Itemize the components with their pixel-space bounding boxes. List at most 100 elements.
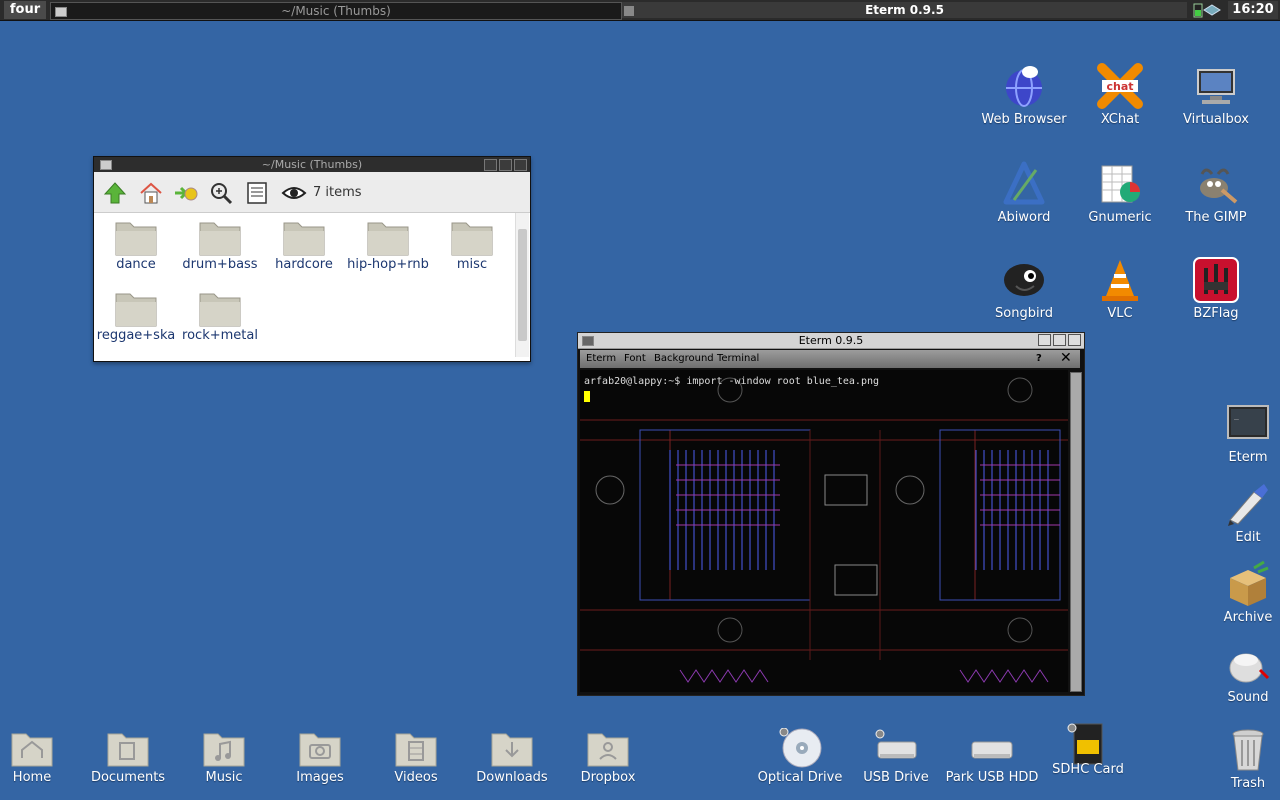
list-view-icon[interactable] [244, 180, 270, 206]
folder-item[interactable]: hardcore [262, 219, 346, 272]
minimize-button[interactable] [484, 159, 497, 171]
menubar-close-icon[interactable]: ✕ [1060, 350, 1072, 366]
terminal-cursor [584, 391, 590, 402]
desktop-icon-home[interactable]: Home [0, 728, 80, 785]
desktop-icon-documents[interactable]: Documents [80, 728, 176, 785]
desktop-icon-images[interactable]: Images [272, 728, 368, 785]
desktop-icon-label: Trash [1230, 776, 1266, 791]
folder-icon [115, 293, 157, 327]
eterm-window[interactable]: Eterm 0.9.5 Eterm Font Background Termin… [577, 332, 1085, 696]
folder-icon [199, 293, 241, 327]
vlc-icon [1102, 260, 1138, 301]
gimp-icon [1200, 168, 1238, 204]
desktop-icon-virtualbox[interactable]: Virtualbox [1168, 62, 1264, 127]
taskbar-item-file-manager[interactable]: ~/Music (Thumbs) [50, 2, 622, 20]
desktop-icon-label: Archive [1223, 610, 1273, 625]
music-folder-icon [203, 733, 245, 767]
downloads-folder-icon [491, 733, 533, 767]
desktop-icon-label: Eterm [1228, 450, 1268, 465]
workspace-name[interactable]: four [4, 1, 46, 19]
desktop-icon-dropbox[interactable]: Dropbox [560, 728, 656, 785]
desktop-icon-gnumeric[interactable]: Gnumeric [1072, 160, 1168, 225]
desktop-icon-abiword[interactable]: Abiword [976, 160, 1072, 225]
file-manager-window[interactable]: ~/Music (Thumbs) 7 items dance drum+bass… [93, 156, 531, 362]
window-title: Eterm 0.9.5 [798, 334, 864, 347]
desktop-icon-label: Park USB HDD [945, 770, 1039, 785]
desktop-icon-sound[interactable]: Sound [1200, 640, 1280, 705]
taskbar-item-eterm[interactable]: Eterm 0.9.5 [622, 2, 1187, 18]
desktop-icon-sdhc-card[interactable]: SDHC Card [1040, 723, 1136, 777]
pen-icon [1228, 484, 1268, 526]
close-button[interactable] [1068, 334, 1081, 346]
network-icon[interactable] [1203, 4, 1221, 16]
videos-folder-icon [395, 733, 437, 767]
maximize-button[interactable] [499, 159, 512, 171]
folder-item[interactable]: rock+metal [178, 290, 262, 343]
menu-eterm[interactable]: Eterm [586, 353, 616, 364]
window-icon [624, 6, 634, 16]
desktop-icon-bzflag[interactable]: BZFlag [1168, 256, 1264, 321]
eye-icon[interactable] [281, 180, 307, 206]
desktop-icon-label: XChat [1100, 112, 1140, 127]
desktop-icon-label: USB Drive [863, 770, 929, 785]
desktop-icon-web-browser[interactable]: Web Browser [976, 62, 1072, 127]
desktop-icon-label: Optical Drive [757, 770, 843, 785]
desktop-icon-trash[interactable]: Trash [1200, 726, 1280, 791]
folder-label: dance [116, 257, 156, 272]
window-titlebar[interactable]: ~/Music (Thumbs) [94, 157, 530, 172]
vertical-scrollbar[interactable] [515, 213, 529, 357]
help-button[interactable]: ? [1036, 353, 1042, 364]
go-arrow-icon[interactable] [173, 180, 199, 206]
desktop-icon-label: Downloads [476, 770, 548, 785]
usb-drive-icon [875, 729, 917, 759]
eterm-menubar: Eterm Font Background Terminal ? ✕ [580, 350, 1080, 368]
folder-icon [283, 222, 325, 256]
maximize-button[interactable] [1053, 334, 1066, 346]
desktop-icon-edit[interactable]: Edit [1200, 480, 1280, 545]
terminal-screen[interactable]: arfab20@lappy:~$ import -window root blu… [580, 370, 1068, 692]
menu-font[interactable]: Font [624, 353, 646, 364]
desktop-icon-songbird[interactable]: Songbird [976, 256, 1072, 321]
zoom-icon[interactable] [208, 180, 234, 206]
desktop-icon-usb-drive[interactable]: USB Drive [848, 728, 944, 785]
up-arrow-icon[interactable] [102, 180, 128, 206]
scrollbar-thumb[interactable] [518, 229, 527, 341]
desktop-icon-vlc[interactable]: VLC [1072, 256, 1168, 321]
home-icon[interactable] [138, 180, 164, 206]
folder-label: hardcore [275, 257, 333, 272]
desktop-icon-eterm[interactable]: _ Eterm [1200, 400, 1280, 465]
file-manager-toolbar: 7 items [94, 172, 530, 213]
desktop-icon-label: Sound [1227, 690, 1269, 705]
terminal-icon: _ [1227, 405, 1269, 439]
desktop-icon-label: Edit [1235, 530, 1261, 545]
close-button[interactable] [514, 159, 527, 171]
desktop-icon-videos[interactable]: Videos [368, 728, 464, 785]
desktop-icon-downloads[interactable]: Downloads [464, 728, 560, 785]
desktop-icon-label: SDHC Card [1052, 762, 1124, 777]
folder-item[interactable]: reggae+ska [94, 290, 178, 343]
desktop-icon-music[interactable]: Music [176, 728, 272, 785]
desktop-icon-xchat[interactable]: chat XChat [1072, 62, 1168, 127]
dropbox-folder-icon [587, 733, 629, 767]
folder-item[interactable]: hip-hop+rnb [346, 219, 430, 272]
terminal-scrollbar[interactable] [1070, 372, 1082, 692]
circuit-background-image [580, 377, 1068, 683]
folder-item[interactable]: drum+bass [178, 219, 262, 272]
battery-icon[interactable] [1193, 3, 1203, 18]
minimize-button[interactable] [1038, 334, 1051, 346]
desktop-icon-archive[interactable]: Archive [1200, 560, 1280, 625]
globe-icon [1006, 66, 1042, 107]
desktop-icon-label: Documents [90, 770, 166, 785]
folder-item[interactable]: dance [94, 219, 178, 272]
desktop-icon-park-usb-hdd[interactable]: Park USB HDD [944, 728, 1040, 785]
window-titlebar[interactable]: Eterm 0.9.5 [578, 333, 1084, 349]
sd-card-icon [1067, 723, 1103, 765]
menu-terminal[interactable]: Terminal [717, 353, 759, 364]
folder-item[interactable]: misc [430, 219, 514, 272]
window-menu-icon[interactable] [582, 336, 594, 346]
window-menu-icon[interactable] [100, 160, 112, 170]
desktop-icon-gimp[interactable]: The GIMP [1168, 160, 1264, 225]
desktop-icon-optical-drive[interactable]: Optical Drive [752, 728, 848, 785]
clock[interactable]: 16:20 [1228, 1, 1278, 19]
menu-background[interactable]: Background [654, 353, 714, 364]
